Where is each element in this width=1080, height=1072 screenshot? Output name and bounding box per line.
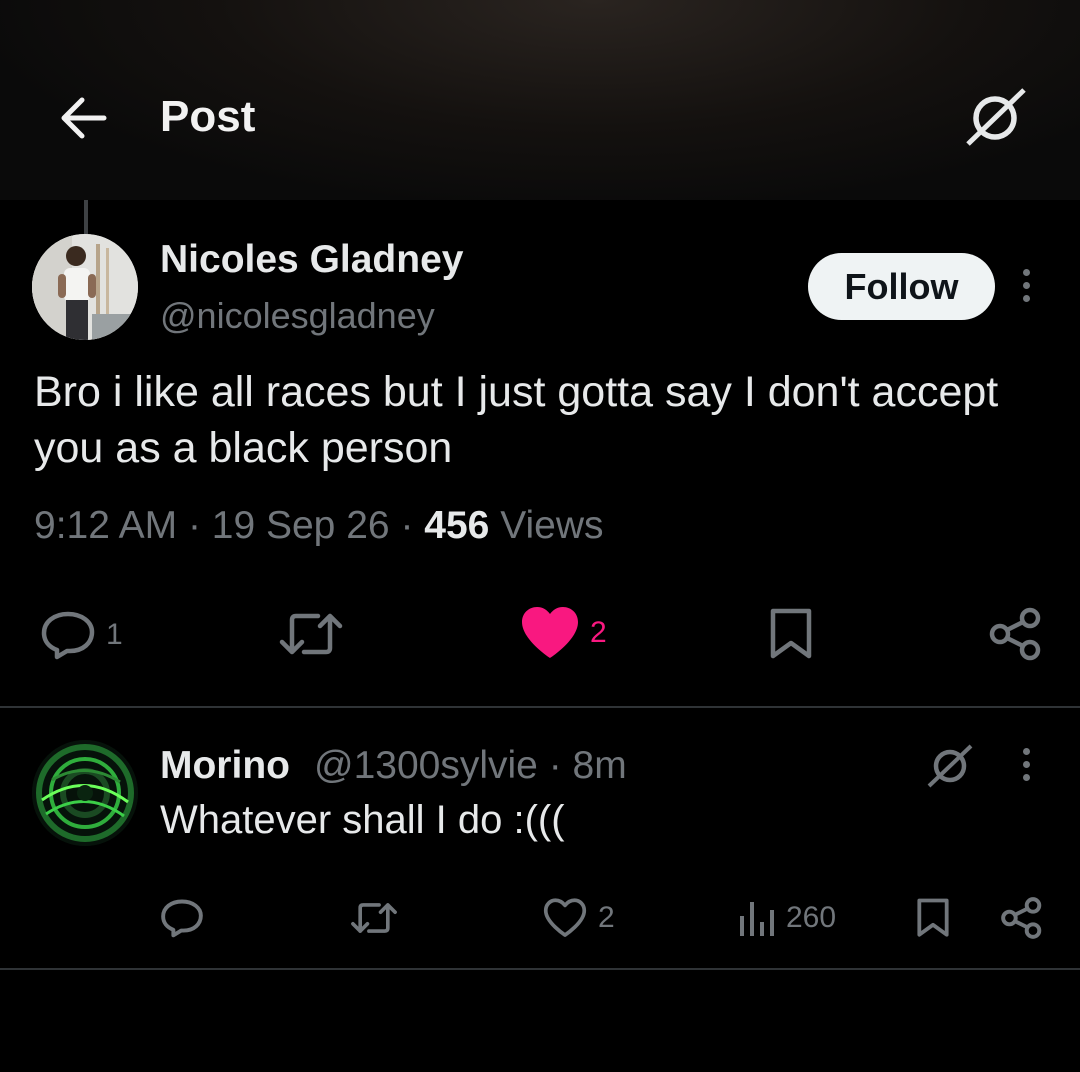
divider <box>0 706 1080 708</box>
reply-more-options-button[interactable] <box>1016 748 1036 788</box>
grok-button[interactable] <box>962 86 1030 150</box>
reply-like-count: 2 <box>598 901 615 934</box>
share-icon <box>989 607 1041 661</box>
heart-outline-icon <box>543 898 587 937</box>
reply-icon <box>41 611 95 660</box>
more-dot <box>1022 761 1030 768</box>
repost-button[interactable] <box>278 610 354 658</box>
author-handle[interactable]: @nicolesgladney <box>160 295 435 337</box>
reply-views-button[interactable]: 260 <box>738 898 836 938</box>
repost-icon <box>279 613 343 655</box>
tweet-date: 19 Sep 26 <box>211 504 390 547</box>
follow-button[interactable]: Follow <box>808 253 995 320</box>
reply-views-count: 260 <box>786 901 837 934</box>
more-dot <box>1022 774 1030 781</box>
arrow-left-icon <box>61 97 107 139</box>
profile-photo <box>32 740 138 846</box>
reply-author-handle: @1300sylvie <box>314 744 538 787</box>
divider <box>0 968 1080 970</box>
tweet-text: Bro i like all races but I just gotta sa… <box>34 368 999 472</box>
reply-reply-button[interactable] <box>160 898 214 938</box>
bookmark-icon <box>917 898 949 937</box>
reply-avatar[interactable] <box>32 740 138 846</box>
more-dot <box>1022 269 1030 276</box>
reply-author-name[interactable]: Morino <box>160 744 290 788</box>
reply-count: 1 <box>106 618 123 651</box>
reply-like-button[interactable]: 2 <box>542 898 615 938</box>
more-dot <box>1022 748 1030 755</box>
heart-filled-icon <box>522 607 578 658</box>
bookmark-button[interactable] <box>766 608 816 660</box>
like-button[interactable]: 2 <box>520 606 607 660</box>
profile-photo <box>32 234 138 340</box>
more-dot <box>1022 282 1030 289</box>
grok-icon <box>966 88 1026 146</box>
avatar[interactable] <box>32 234 138 340</box>
reply-repost-button[interactable] <box>350 900 408 936</box>
top-app-bar: Post <box>0 0 1080 200</box>
repost-icon <box>351 903 397 933</box>
views-label: Views <box>500 504 604 547</box>
views-count: 456 <box>424 504 490 547</box>
meta-separator: · <box>400 504 425 547</box>
more-options-button[interactable] <box>1016 269 1036 309</box>
meta-separator: · <box>537 744 573 787</box>
reply-author-meta[interactable]: @1300sylvie · 8m <box>314 744 627 788</box>
reply-share-button[interactable] <box>1000 896 1044 940</box>
author-name[interactable]: Nicoles Gladney <box>160 238 463 282</box>
more-dot <box>1022 295 1030 302</box>
reply-icon <box>161 899 203 938</box>
back-button[interactable] <box>58 94 110 142</box>
thread-connector-line <box>84 200 88 234</box>
reply-bookmark-button[interactable] <box>914 898 952 938</box>
bookmark-icon <box>770 608 812 659</box>
tweet-time: 9:12 AM <box>34 504 178 547</box>
analytics-icon <box>740 902 774 936</box>
reply-age: 8m <box>572 744 627 787</box>
grok-icon <box>927 744 973 788</box>
page-title: Post <box>160 92 256 141</box>
tweet-meta: 9:12 AM · 19 Sep 26 · 456 Views <box>34 504 604 548</box>
like-count: 2 <box>590 616 607 649</box>
reply-button[interactable]: 1 <box>40 610 123 660</box>
reply-text: Whatever shall I do :((( <box>160 798 565 842</box>
reply-grok-button[interactable] <box>924 742 976 790</box>
share-icon <box>1001 897 1042 939</box>
share-button[interactable] <box>988 606 1044 662</box>
meta-separator: · <box>187 504 212 547</box>
